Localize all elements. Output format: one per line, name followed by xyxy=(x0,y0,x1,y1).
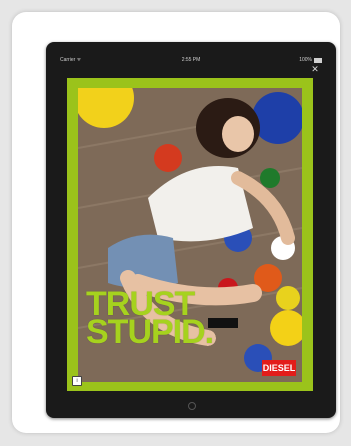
close-icon[interactable]: ✕ xyxy=(310,64,320,74)
ad-headline-line2: STUPID. xyxy=(86,313,214,351)
ad-info-icon[interactable]: i xyxy=(72,376,82,386)
battery-icon xyxy=(314,58,322,63)
status-time: 2:55 PM xyxy=(181,57,201,63)
status-bar: Carrier ᯤ 2:55 PM 100% xyxy=(60,55,322,65)
ad-headline: TRUST STUPID. xyxy=(86,287,236,351)
home-button-icon[interactable] xyxy=(188,402,196,410)
brand-logo: DIESEL xyxy=(262,360,296,376)
